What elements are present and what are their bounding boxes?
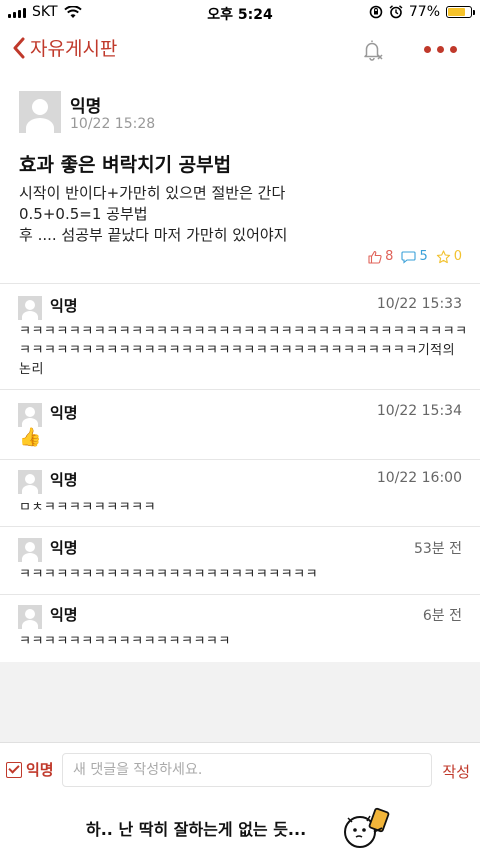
chevron-left-icon	[13, 37, 25, 58]
like-stat[interactable]: 8	[368, 249, 393, 264]
comment-stat[interactable]: 5	[401, 249, 428, 264]
anonymous-toggle[interactable]: 익명	[6, 759, 54, 780]
back-button[interactable]: 자유게시판	[12, 34, 117, 61]
anonymous-label: 익명	[26, 761, 54, 779]
post-body-line: 후 .... 섬공부 끝났다 마저 가만히 있어야지	[19, 226, 288, 244]
banner-text: 하.. 난 딱히 잘하는게 없는 듯...	[86, 820, 307, 839]
comment-text: ㅋㅋㅋㅋㅋㅋㅋㅋㅋㅋㅋㅋㅋㅋㅋㅋㅋㅋㅋㅋㅋㅋㅋㅋ	[19, 567, 319, 582]
post-title: 효과 좋은 벼락치기 공부법	[19, 154, 232, 176]
comment-author: 익명	[50, 539, 78, 557]
avatar	[18, 470, 42, 494]
divider	[0, 389, 480, 390]
comment-text: ㅁㅊㅋㅋㅋㅋㅋㅋㅋㅋㅋ	[19, 500, 157, 515]
rotation-lock-icon	[369, 5, 383, 19]
comment-text: 👍	[19, 427, 42, 448]
star-icon	[436, 249, 450, 263]
comment-text: ㅋㅋㅋㅋㅋㅋㅋㅋㅋㅋㅋㅋㅋㅋㅋㅋㅋㅋㅋㅋㅋㅋㅋㅋㅋㅋㅋㅋㅋㅋㅋㅋㅋㅋㅋㅋㅋㅋㅋㅋ…	[19, 324, 468, 377]
comment-author: 익명	[50, 471, 78, 489]
avatar	[18, 296, 42, 320]
comment-time: 10/22 16:00	[376, 470, 462, 486]
board-title: 자유게시판	[30, 38, 118, 60]
comment-author: 익명	[50, 606, 78, 624]
comment-time: 10/22 15:33	[376, 296, 462, 312]
post-body-line: 시작이 반이다+가만히 있으면 절반은 간다	[19, 184, 286, 202]
comment-input[interactable]	[62, 753, 432, 787]
divider	[0, 594, 480, 595]
divider	[0, 526, 480, 527]
post-time: 10/22 15:28	[70, 116, 156, 132]
comment-text: ㅋㅋㅋㅋㅋㅋㅋㅋㅋㅋㅋㅋㅋㅋㅋㅋㅋ	[19, 634, 231, 649]
submit-button[interactable]: 작성	[442, 761, 470, 782]
status-bar: SKT 오후 5:24 77%	[0, 0, 480, 26]
post-body: 시작이 반이다+가만히 있으면 절반은 간다 0.5+0.5=1 공부법 후 .…	[19, 183, 287, 246]
dot-icon	[450, 46, 457, 53]
post-body-line: 0.5+0.5=1 공부법	[19, 205, 148, 223]
dot-icon	[437, 46, 444, 53]
top-nav: 자유게시판	[0, 26, 480, 72]
comment-time: 6분 전	[422, 608, 462, 624]
ad-banner[interactable]: 하.. 난 딱히 잘하는게 없는 듯...	[0, 796, 480, 854]
like-count: 8	[385, 249, 394, 264]
divider	[0, 283, 480, 284]
battery-icon	[446, 6, 475, 18]
comment-composer: 익명 작성	[0, 742, 480, 796]
avatar	[19, 91, 61, 133]
speech-bubble-icon	[401, 250, 416, 264]
post-stats: 8 5 0	[368, 249, 462, 264]
divider	[0, 459, 480, 460]
battery-percent: 77%	[408, 4, 440, 20]
alarm-icon	[389, 5, 403, 19]
checkbox-icon	[6, 761, 22, 778]
scrap-stat[interactable]: 0	[436, 249, 462, 264]
comment-time: 53분 전	[413, 541, 462, 557]
avatar	[18, 605, 42, 629]
character-illustration-icon	[344, 807, 390, 848]
comment-count: 5	[419, 249, 428, 264]
more-options-button[interactable]	[424, 46, 457, 53]
avatar	[18, 538, 42, 562]
post-author: 익명	[70, 97, 102, 117]
scrap-count: 0	[453, 249, 462, 264]
notification-off-icon[interactable]	[361, 38, 385, 62]
comment-time: 10/22 15:34	[376, 403, 462, 419]
empty-area	[0, 662, 480, 742]
dot-icon	[424, 46, 431, 53]
comment-author: 익명	[50, 297, 78, 315]
comment-author: 익명	[50, 404, 78, 422]
battery-fill	[448, 8, 465, 16]
thumbs-up-icon	[368, 250, 382, 264]
avatar	[18, 403, 42, 427]
